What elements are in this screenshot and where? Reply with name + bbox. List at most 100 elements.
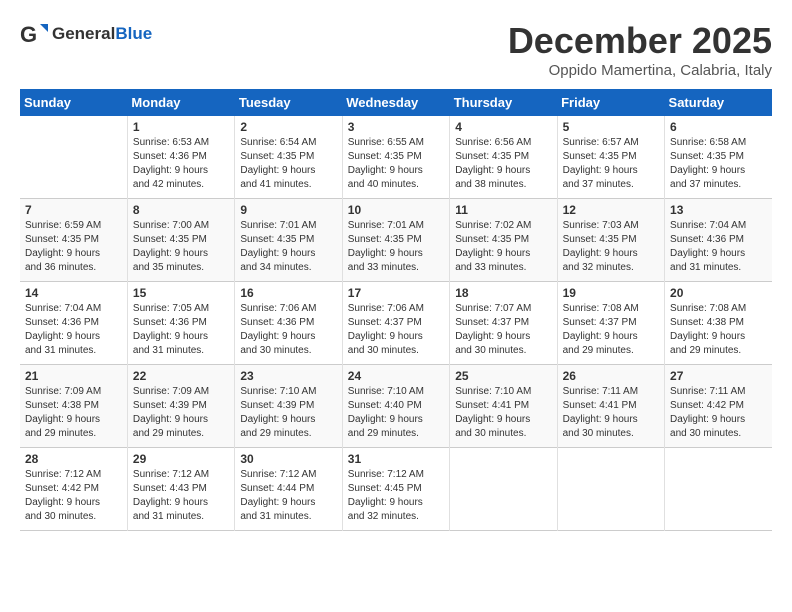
day-info: Sunrise: 7:01 AM Sunset: 4:35 PM Dayligh…: [240, 219, 336, 275]
logo-general: General: [52, 24, 115, 43]
calendar-cell: 19 Sunrise: 7:08 AM Sunset: 4:37 PM Dayli…: [557, 282, 664, 365]
day-number: 27: [670, 369, 767, 383]
day-number: 3: [348, 120, 444, 134]
day-number: 15: [133, 286, 229, 300]
calendar-cell: 30Sunrise: 7:12 AM Sunset: 4:44 PM Dayli…: [235, 448, 342, 531]
weekday-header-friday: Friday: [557, 89, 664, 116]
calendar-cell: [20, 116, 127, 199]
title-block: December 2025 Oppido Mamertina, Calabria…: [508, 20, 772, 79]
day-info: Sunrise: 7:09 AM Sunset: 4:38 PM Dayligh…: [25, 385, 122, 441]
page-header: G GeneralBlue December 2025 Oppido Mamer…: [20, 20, 772, 79]
day-number: 2: [240, 120, 336, 134]
day-number: 25: [455, 369, 551, 383]
calendar-cell: 28Sunrise: 7:12 AM Sunset: 4:42 PM Dayli…: [20, 448, 127, 531]
calendar-cell: 10Sunrise: 7:01 AM Sunset: 4:35 PM Dayli…: [342, 199, 449, 282]
day-info: Sunrise: 7:11 AM Sunset: 4:41 PM Dayligh…: [563, 385, 659, 441]
day-info: Sunrise: 7:06 AM Sunset: 4:37 PM Dayligh…: [348, 302, 444, 358]
calendar-cell: 20 Sunrise: 7:08 AM Sunset: 4:38 PM Dayli…: [665, 282, 772, 365]
weekday-header-tuesday: Tuesday: [235, 89, 342, 116]
day-info: Sunrise: 7:00 AM Sunset: 4:35 PM Dayligh…: [133, 219, 229, 275]
calendar-week-row: 1 Sunrise: 6:53 AM Sunset: 4:36 PM Daylig…: [20, 116, 772, 199]
logo: G GeneralBlue: [20, 20, 152, 48]
day-number: 12: [563, 203, 659, 217]
day-info: Sunrise: 7:06 AM Sunset: 4:36 PM Dayligh…: [240, 302, 336, 358]
day-number: 9: [240, 203, 336, 217]
day-info: Sunrise: 7:02 AM Sunset: 4:35 PM Dayligh…: [455, 219, 551, 275]
day-info: Sunrise: 7:04 AM Sunset: 4:36 PM Dayligh…: [25, 302, 122, 358]
calendar-table: SundayMondayTuesdayWednesdayThursdayFrid…: [20, 89, 772, 531]
calendar-cell: 8 Sunrise: 7:00 AM Sunset: 4:35 PM Daylig…: [127, 199, 234, 282]
day-info: Sunrise: 6:59 AM Sunset: 4:35 PM Dayligh…: [25, 219, 122, 275]
day-number: 23: [240, 369, 336, 383]
calendar-cell: 25Sunrise: 7:10 AM Sunset: 4:41 PM Dayli…: [450, 365, 557, 448]
day-info: Sunrise: 6:53 AM Sunset: 4:36 PM Dayligh…: [133, 136, 229, 192]
svg-text:G: G: [20, 22, 37, 47]
day-number: 20: [670, 286, 767, 300]
calendar-cell: 11 Sunrise: 7:02 AM Sunset: 4:35 PM Dayli…: [450, 199, 557, 282]
calendar-week-row: 21 Sunrise: 7:09 AM Sunset: 4:38 PM Dayli…: [20, 365, 772, 448]
calendar-cell: 4 Sunrise: 6:56 AM Sunset: 4:35 PM Daylig…: [450, 116, 557, 199]
day-info: Sunrise: 7:03 AM Sunset: 4:35 PM Dayligh…: [563, 219, 659, 275]
day-info: Sunrise: 7:05 AM Sunset: 4:36 PM Dayligh…: [133, 302, 229, 358]
calendar-cell: 6Sunrise: 6:58 AM Sunset: 4:35 PM Daylig…: [665, 116, 772, 199]
day-info: Sunrise: 7:12 AM Sunset: 4:44 PM Dayligh…: [240, 468, 336, 524]
day-info: Sunrise: 7:08 AM Sunset: 4:37 PM Dayligh…: [563, 302, 659, 358]
day-info: Sunrise: 7:10 AM Sunset: 4:39 PM Dayligh…: [240, 385, 336, 441]
weekday-header-wednesday: Wednesday: [342, 89, 449, 116]
weekday-header-monday: Monday: [127, 89, 234, 116]
calendar-cell: 27Sunrise: 7:11 AM Sunset: 4:42 PM Dayli…: [665, 365, 772, 448]
weekday-header-sunday: Sunday: [20, 89, 127, 116]
day-info: Sunrise: 7:07 AM Sunset: 4:37 PM Dayligh…: [455, 302, 551, 358]
day-info: Sunrise: 7:12 AM Sunset: 4:45 PM Dayligh…: [348, 468, 444, 524]
day-info: Sunrise: 7:10 AM Sunset: 4:40 PM Dayligh…: [348, 385, 444, 441]
day-number: 7: [25, 203, 122, 217]
day-number: 11: [455, 203, 551, 217]
calendar-cell: [450, 448, 557, 531]
calendar-cell: 14 Sunrise: 7:04 AM Sunset: 4:36 PM Dayli…: [20, 282, 127, 365]
day-number: 8: [133, 203, 229, 217]
calendar-cell: 5 Sunrise: 6:57 AM Sunset: 4:35 PM Daylig…: [557, 116, 664, 199]
day-number: 22: [133, 369, 229, 383]
calendar-cell: 21 Sunrise: 7:09 AM Sunset: 4:38 PM Dayli…: [20, 365, 127, 448]
day-number: 6: [670, 120, 767, 134]
day-number: 18: [455, 286, 551, 300]
day-number: 1: [133, 120, 229, 134]
calendar-cell: [665, 448, 772, 531]
month-title: December 2025: [508, 20, 772, 62]
day-info: Sunrise: 7:09 AM Sunset: 4:39 PM Dayligh…: [133, 385, 229, 441]
day-info: Sunrise: 6:57 AM Sunset: 4:35 PM Dayligh…: [563, 136, 659, 192]
day-number: 14: [25, 286, 122, 300]
calendar-cell: 17 Sunrise: 7:06 AM Sunset: 4:37 PM Dayli…: [342, 282, 449, 365]
day-info: Sunrise: 6:55 AM Sunset: 4:35 PM Dayligh…: [348, 136, 444, 192]
logo-blue: Blue: [115, 24, 152, 43]
calendar-cell: 23 Sunrise: 7:10 AM Sunset: 4:39 PM Dayli…: [235, 365, 342, 448]
day-info: Sunrise: 7:12 AM Sunset: 4:43 PM Dayligh…: [133, 468, 229, 524]
day-number: 4: [455, 120, 551, 134]
calendar-week-row: 7 Sunrise: 6:59 AM Sunset: 4:35 PM Daylig…: [20, 199, 772, 282]
logo-icon: G: [20, 20, 48, 48]
day-number: 10: [348, 203, 444, 217]
calendar-cell: 13Sunrise: 7:04 AM Sunset: 4:36 PM Dayli…: [665, 199, 772, 282]
calendar-cell: [557, 448, 664, 531]
calendar-cell: 24Sunrise: 7:10 AM Sunset: 4:40 PM Dayli…: [342, 365, 449, 448]
day-info: Sunrise: 7:08 AM Sunset: 4:38 PM Dayligh…: [670, 302, 767, 358]
calendar-cell: 12 Sunrise: 7:03 AM Sunset: 4:35 PM Dayli…: [557, 199, 664, 282]
day-number: 5: [563, 120, 659, 134]
day-number: 16: [240, 286, 336, 300]
location-subtitle: Oppido Mamertina, Calabria, Italy: [508, 62, 772, 79]
day-number: 26: [563, 369, 659, 383]
calendar-cell: 22 Sunrise: 7:09 AM Sunset: 4:39 PM Dayli…: [127, 365, 234, 448]
calendar-cell: 31Sunrise: 7:12 AM Sunset: 4:45 PM Dayli…: [342, 448, 449, 531]
day-info: Sunrise: 6:54 AM Sunset: 4:35 PM Dayligh…: [240, 136, 336, 192]
calendar-cell: 9 Sunrise: 7:01 AM Sunset: 4:35 PM Daylig…: [235, 199, 342, 282]
calendar-cell: 29Sunrise: 7:12 AM Sunset: 4:43 PM Dayli…: [127, 448, 234, 531]
calendar-cell: 16 Sunrise: 7:06 AM Sunset: 4:36 PM Dayli…: [235, 282, 342, 365]
day-number: 19: [563, 286, 659, 300]
day-number: 17: [348, 286, 444, 300]
day-number: 21: [25, 369, 122, 383]
day-info: Sunrise: 6:56 AM Sunset: 4:35 PM Dayligh…: [455, 136, 551, 192]
calendar-cell: 2 Sunrise: 6:54 AM Sunset: 4:35 PM Daylig…: [235, 116, 342, 199]
calendar-body: 1 Sunrise: 6:53 AM Sunset: 4:36 PM Daylig…: [20, 116, 772, 531]
calendar-cell: 3 Sunrise: 6:55 AM Sunset: 4:35 PM Daylig…: [342, 116, 449, 199]
calendar-cell: 18 Sunrise: 7:07 AM Sunset: 4:37 PM Dayli…: [450, 282, 557, 365]
